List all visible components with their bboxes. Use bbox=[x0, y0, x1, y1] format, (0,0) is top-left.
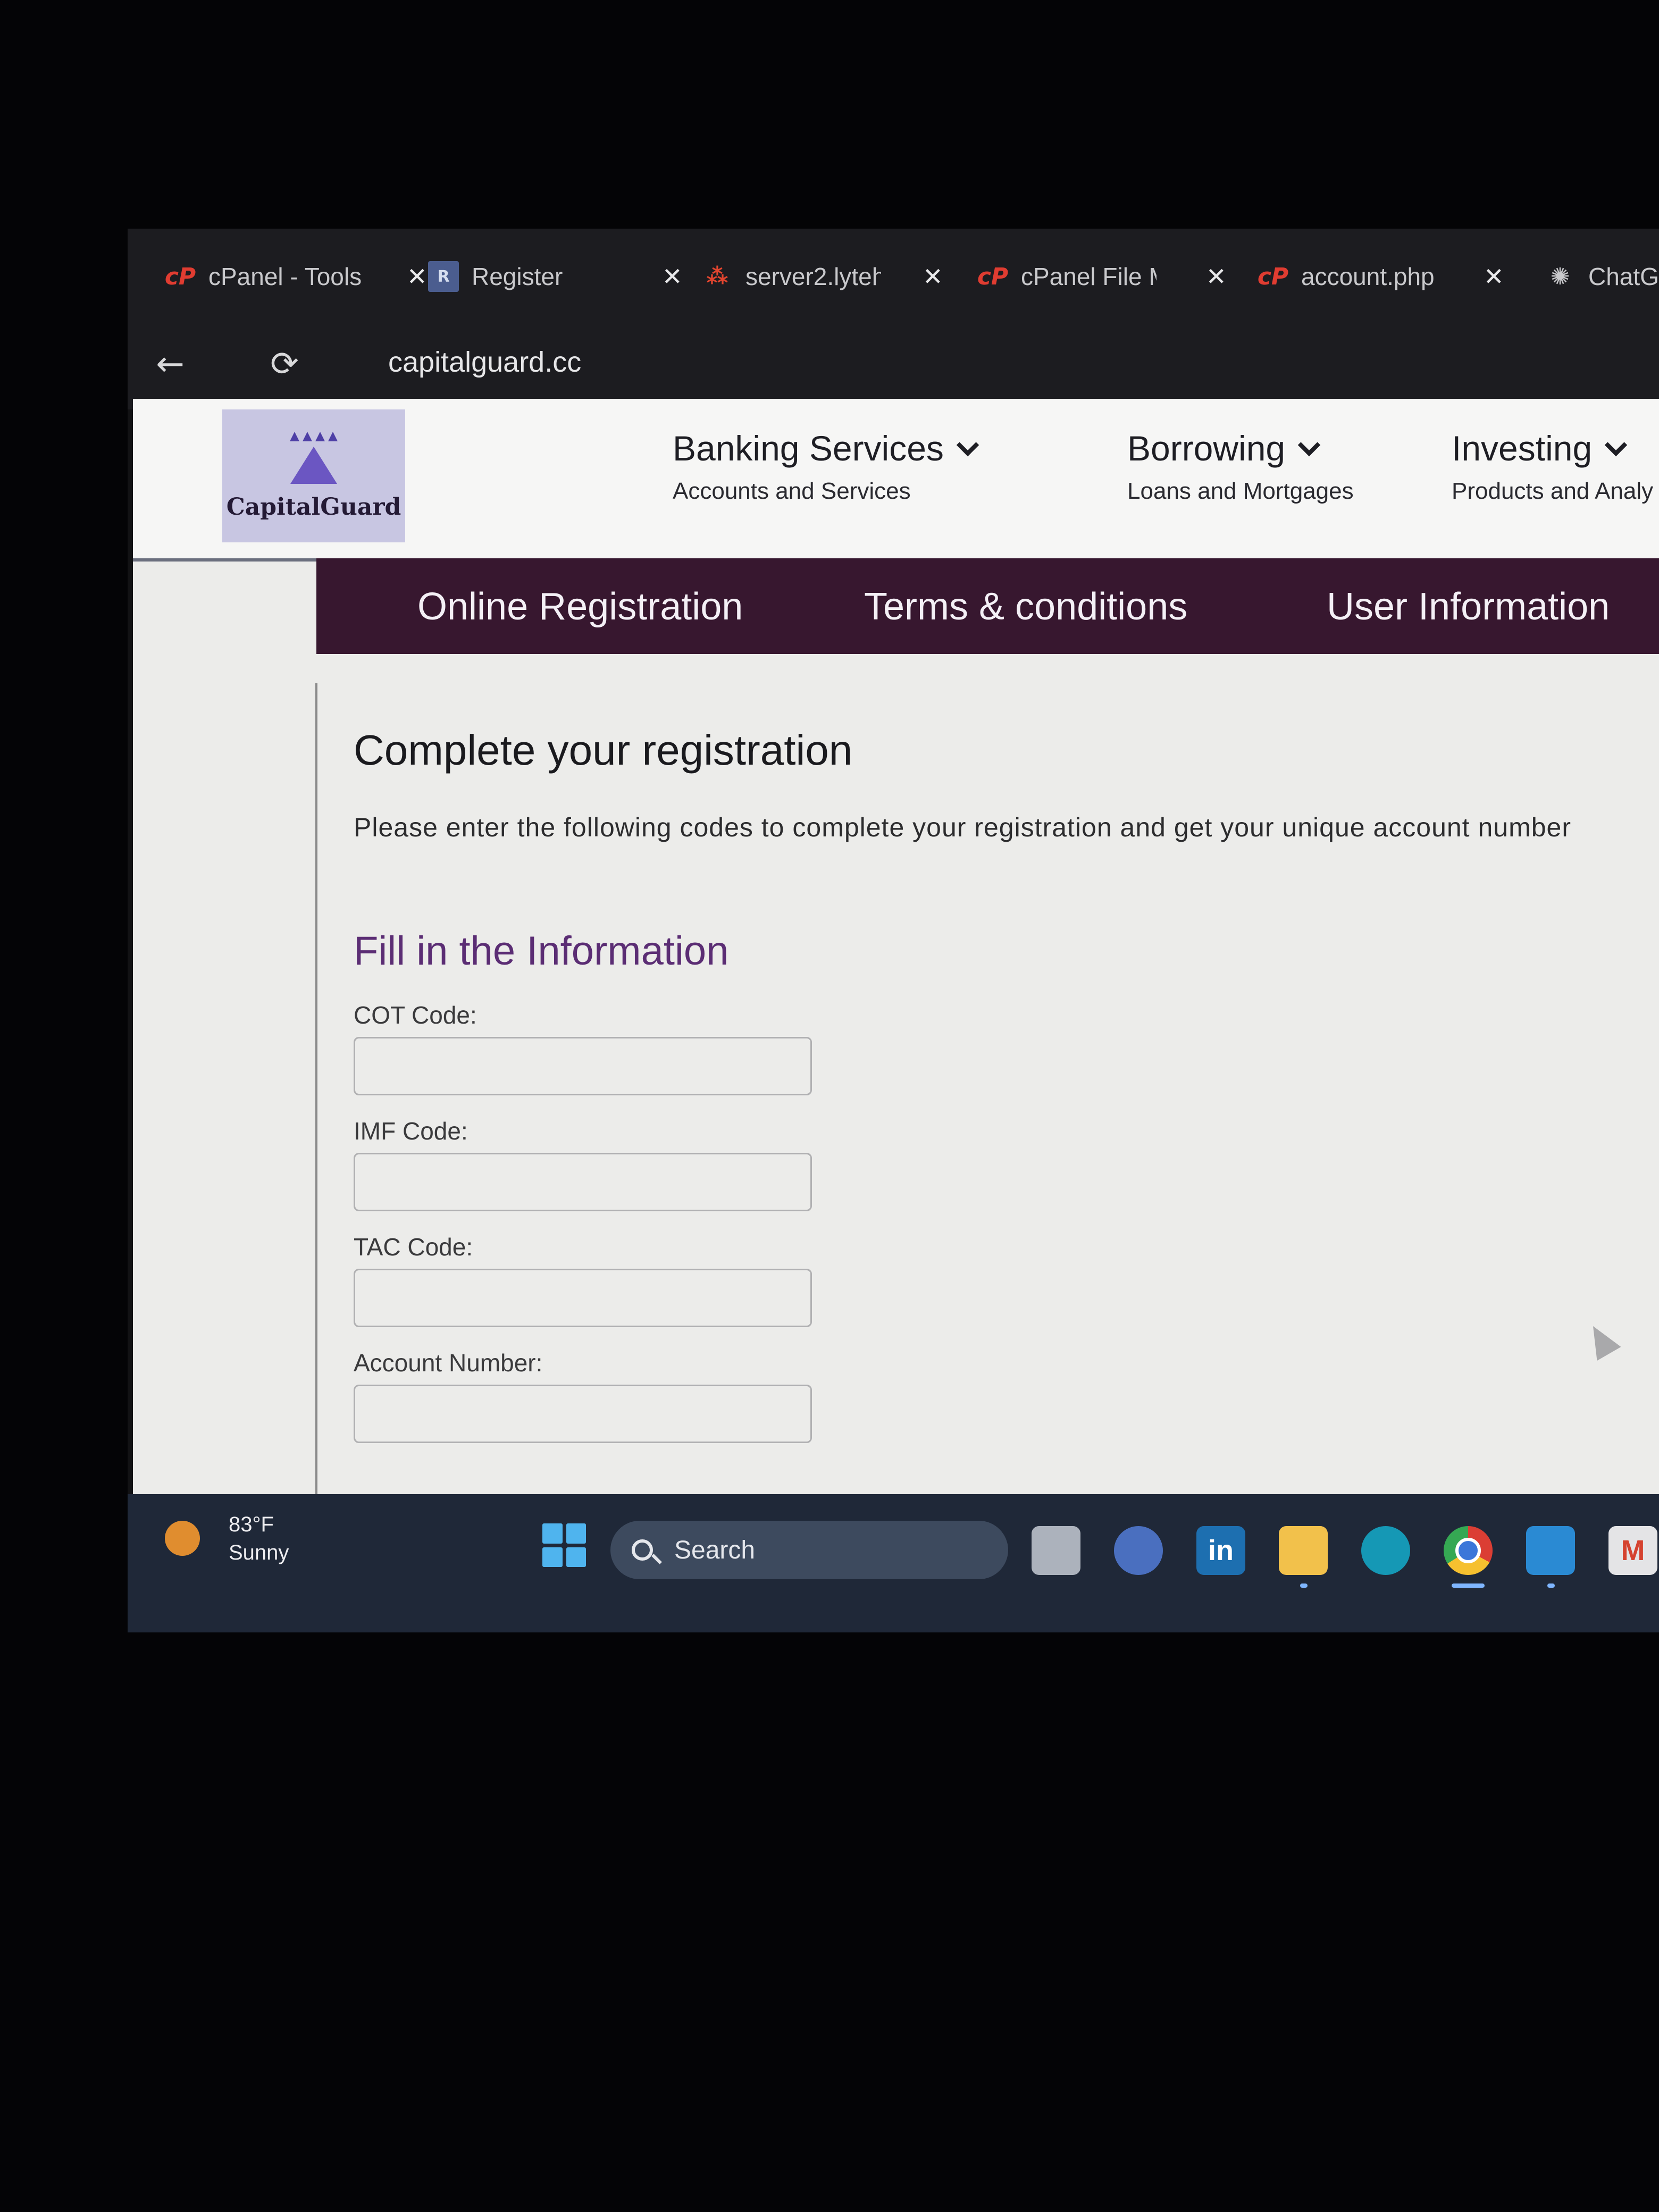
linkedin-icon[interactable]: in bbox=[1196, 1526, 1245, 1575]
registration-form: Complete your registration Please enter … bbox=[354, 726, 1651, 1443]
running-indicator bbox=[1300, 1583, 1308, 1588]
meet-icon[interactable] bbox=[1114, 1526, 1163, 1575]
task-view-icon[interactable] bbox=[1032, 1526, 1080, 1575]
register-page-icon: R bbox=[428, 261, 459, 292]
tab-online-registration[interactable]: Online Registration bbox=[417, 585, 743, 629]
nav-title: Banking Services bbox=[673, 429, 944, 468]
cot-code-label: COT Code: bbox=[354, 1001, 477, 1029]
nav-banking-services[interactable]: Banking Services Accounts and Services bbox=[673, 428, 979, 505]
cpanel-icon: cP bbox=[164, 263, 196, 290]
tab-server2[interactable]: ⁂ server2.lyteh ✕ bbox=[702, 255, 943, 298]
tac-code-input[interactable] bbox=[354, 1269, 812, 1327]
windows-taskbar: 83°F Sunny Search in M bbox=[128, 1494, 1659, 1632]
cot-code-input[interactable] bbox=[354, 1037, 812, 1095]
taskbar-search[interactable]: Search bbox=[610, 1521, 1008, 1579]
tab-cpanel-tools[interactable]: cP cPanel - Tools ✕ bbox=[164, 255, 428, 298]
tab-label: cPanel File M bbox=[1021, 263, 1157, 290]
intro-text: Please enter the following codes to comp… bbox=[354, 812, 1571, 842]
imf-code-input[interactable] bbox=[354, 1153, 812, 1211]
web-page: CapitalGuard Banking Services Accounts a… bbox=[133, 399, 1659, 1499]
gmail-icon[interactable]: M bbox=[1608, 1526, 1657, 1575]
site-header: CapitalGuard Banking Services Accounts a… bbox=[133, 399, 1659, 562]
weather-description[interactable]: Sunny bbox=[229, 1541, 289, 1565]
search-icon bbox=[632, 1539, 653, 1561]
registration-subnav: Online Registration Terms & conditions U… bbox=[316, 558, 1659, 654]
server-icon: ⁂ bbox=[706, 264, 728, 289]
close-icon[interactable]: ✕ bbox=[1206, 262, 1227, 291]
chevron-down-icon bbox=[1297, 433, 1321, 457]
tab-account-php[interactable]: cP account.php ✕ bbox=[1257, 255, 1504, 298]
nav-title: Investing bbox=[1452, 429, 1593, 468]
windows-start-icon[interactable] bbox=[542, 1523, 586, 1567]
nav-borrowing[interactable]: Borrowing Loans and Mortgages bbox=[1127, 428, 1354, 505]
chatgpt-icon: ✺ bbox=[1550, 263, 1570, 290]
tab-cpanel-file-manager[interactable]: cP cPanel File M ✕ bbox=[977, 255, 1227, 298]
tab-user-information[interactable]: User Information bbox=[1327, 585, 1610, 629]
laptop-screen: cP cPanel - Tools ✕ R Register ✕ ⁂ serve… bbox=[128, 229, 1659, 1632]
tab-label: server2.lyteh bbox=[745, 263, 881, 290]
edge-icon[interactable] bbox=[1361, 1526, 1410, 1575]
cpanel-icon: cP bbox=[977, 263, 1009, 290]
tac-code-label: TAC Code: bbox=[354, 1233, 473, 1261]
account-number-label: Account Number: bbox=[354, 1349, 543, 1377]
tab-label: Register bbox=[472, 263, 563, 290]
address-bar-url[interactable]: capitalguard.cc bbox=[388, 346, 581, 379]
nav-title: Borrowing bbox=[1127, 429, 1286, 468]
logo-mark-icon bbox=[290, 431, 338, 484]
nav-subtitle: Accounts and Services bbox=[673, 478, 911, 504]
close-icon[interactable]: ✕ bbox=[1484, 262, 1504, 291]
close-icon[interactable]: ✕ bbox=[662, 262, 683, 291]
browser-tab-strip: cP cPanel - Tools ✕ R Register ✕ ⁂ serve… bbox=[128, 229, 1659, 319]
cpanel-icon: cP bbox=[1257, 263, 1289, 290]
browser-toolbar: ← ⟳ capitalguard.cc bbox=[128, 319, 1659, 409]
close-icon[interactable]: ✕ bbox=[923, 262, 943, 291]
nav-subtitle: Loans and Mortgages bbox=[1127, 478, 1354, 504]
active-app-indicator bbox=[1452, 1583, 1485, 1588]
account-number-input[interactable] bbox=[354, 1385, 812, 1443]
chrome-icon[interactable] bbox=[1444, 1526, 1493, 1575]
sun-icon[interactable] bbox=[165, 1521, 200, 1556]
reload-icon[interactable]: ⟳ bbox=[261, 340, 308, 388]
tab-label: cPanel - Tools bbox=[208, 263, 362, 290]
tab-terms-conditions[interactable]: Terms & conditions bbox=[864, 585, 1187, 629]
file-explorer-icon[interactable] bbox=[1279, 1526, 1328, 1575]
content-divider bbox=[315, 683, 317, 1499]
running-indicator bbox=[1547, 1583, 1555, 1588]
close-icon[interactable]: ✕ bbox=[407, 262, 428, 291]
imf-code-label: IMF Code: bbox=[354, 1117, 468, 1145]
search-placeholder: Search bbox=[674, 1536, 756, 1564]
chevron-down-icon bbox=[956, 433, 979, 457]
tab-label: ChatG bbox=[1588, 263, 1659, 290]
section-title: Fill in the Information bbox=[354, 928, 729, 974]
page-title: Complete your registration bbox=[354, 726, 853, 774]
nav-investing[interactable]: Investing Products and Analy bbox=[1452, 428, 1653, 505]
chevron-down-icon bbox=[1604, 433, 1628, 457]
vscode-icon[interactable] bbox=[1526, 1526, 1575, 1575]
logo-text: CapitalGuard bbox=[226, 493, 401, 521]
tab-chatgpt[interactable]: ✺ ChatG bbox=[1545, 255, 1659, 298]
nav-subtitle: Products and Analy bbox=[1452, 478, 1654, 504]
site-logo[interactable]: CapitalGuard bbox=[222, 409, 405, 542]
weather-temperature[interactable]: 83°F bbox=[229, 1513, 274, 1537]
tab-register[interactable]: R Register ✕ bbox=[428, 255, 683, 298]
back-arrow-icon[interactable]: ← bbox=[146, 340, 194, 388]
tab-label: account.php bbox=[1301, 263, 1435, 290]
